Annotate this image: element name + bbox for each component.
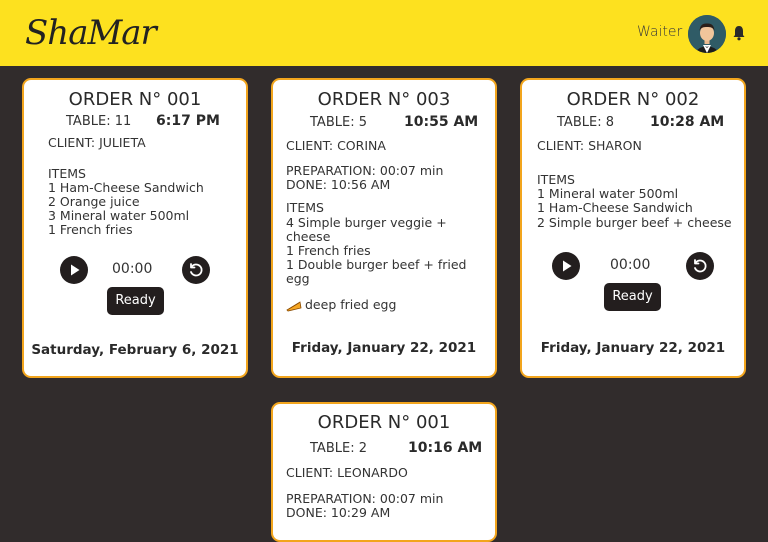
order-card[interactable]: ORDER N° 001 TABLE: 11 6:17 PM CLIENT: J…: [22, 78, 248, 378]
order-note: deep fried egg: [305, 297, 397, 312]
order-client: CLIENT: SHARON: [537, 138, 642, 153]
order-preparation: PREPARATION: 00:07 min: [286, 163, 444, 178]
order-item: 4 Simple burger veggie + cheese: [286, 215, 447, 244]
order-item: 1 Mineral water 500ml: [537, 186, 679, 201]
order-table: TABLE: 2: [310, 441, 367, 456]
order-item: 1 Double burger beef + fried egg: [286, 257, 467, 286]
waiter-avatar-icon: [688, 15, 726, 53]
app-logo: ShaMar: [25, 13, 157, 53]
order-date: Friday, January 22, 2021: [291, 340, 477, 356]
reset-button[interactable]: [182, 256, 210, 284]
user-role: Waiter: [637, 24, 683, 40]
order-date: Friday, January 22, 2021: [540, 340, 726, 356]
order-client: CLIENT: LEONARDO: [286, 465, 408, 480]
order-table: TABLE: 11: [66, 114, 132, 129]
order-client: CLIENT: JULIETA: [48, 135, 146, 150]
order-item: 1 French fries: [48, 222, 133, 237]
order-done: DONE: 10:56 AM: [286, 177, 391, 192]
order-time: 10:16 AM: [408, 440, 483, 456]
notification-bell-icon[interactable]: [732, 25, 746, 41]
order-item: 2 Orange juice: [48, 194, 140, 209]
order-title: ORDER N° 001: [317, 412, 451, 433]
order-item: 3 Mineral water 500ml: [48, 208, 190, 223]
play-button[interactable]: [60, 256, 88, 284]
play-icon: [71, 264, 80, 276]
order-item: 1 Ham-Cheese Sandwich: [537, 200, 693, 215]
order-card[interactable]: ORDER N° 003 TABLE: 5 10:55 AM CLIENT: C…: [271, 78, 497, 378]
order-client: CLIENT: CORINA: [286, 138, 386, 153]
order-card[interactable]: ORDER N° 002 TABLE: 8 10:28 AM CLIENT: S…: [520, 78, 746, 378]
play-button[interactable]: [552, 252, 580, 280]
order-item: 1 Ham-Cheese Sandwich: [48, 180, 204, 195]
reset-button[interactable]: [686, 252, 714, 280]
avatar[interactable]: [688, 15, 726, 53]
order-item: 1 French fries: [286, 243, 371, 258]
order-table: TABLE: 5: [310, 115, 367, 130]
pie-slice-icon: [286, 297, 302, 316]
ready-button[interactable]: Ready: [107, 287, 164, 315]
order-preparation: PREPARATION: 00:07 min: [286, 491, 444, 506]
order-date: Saturday, February 6, 2021: [31, 342, 239, 358]
timer: 00:00: [610, 257, 651, 273]
order-title: ORDER N° 001: [68, 89, 202, 110]
items-label: ITEMS: [286, 200, 324, 215]
order-title: ORDER N° 003: [317, 89, 451, 110]
items-label: ITEMS: [537, 172, 575, 187]
reset-icon: [190, 263, 203, 277]
app-header: ShaMar Waiter: [0, 0, 768, 66]
order-card[interactable]: ORDER N° 001 TABLE: 2 10:16 AM CLIENT: L…: [271, 402, 497, 542]
order-time: 10:55 AM: [404, 114, 479, 130]
order-time: 6:17 PM: [156, 113, 220, 129]
order-table: TABLE: 8: [557, 115, 614, 130]
play-icon: [563, 260, 572, 272]
items-label: ITEMS: [48, 166, 86, 181]
ready-button[interactable]: Ready: [604, 283, 661, 311]
order-item: 2 Simple burger beef + cheese: [537, 215, 732, 230]
order-time: 10:28 AM: [650, 114, 725, 130]
order-title: ORDER N° 002: [566, 89, 700, 110]
timer: 00:00: [112, 261, 153, 277]
reset-icon: [694, 259, 707, 273]
order-done: DONE: 10:29 AM: [286, 505, 391, 520]
